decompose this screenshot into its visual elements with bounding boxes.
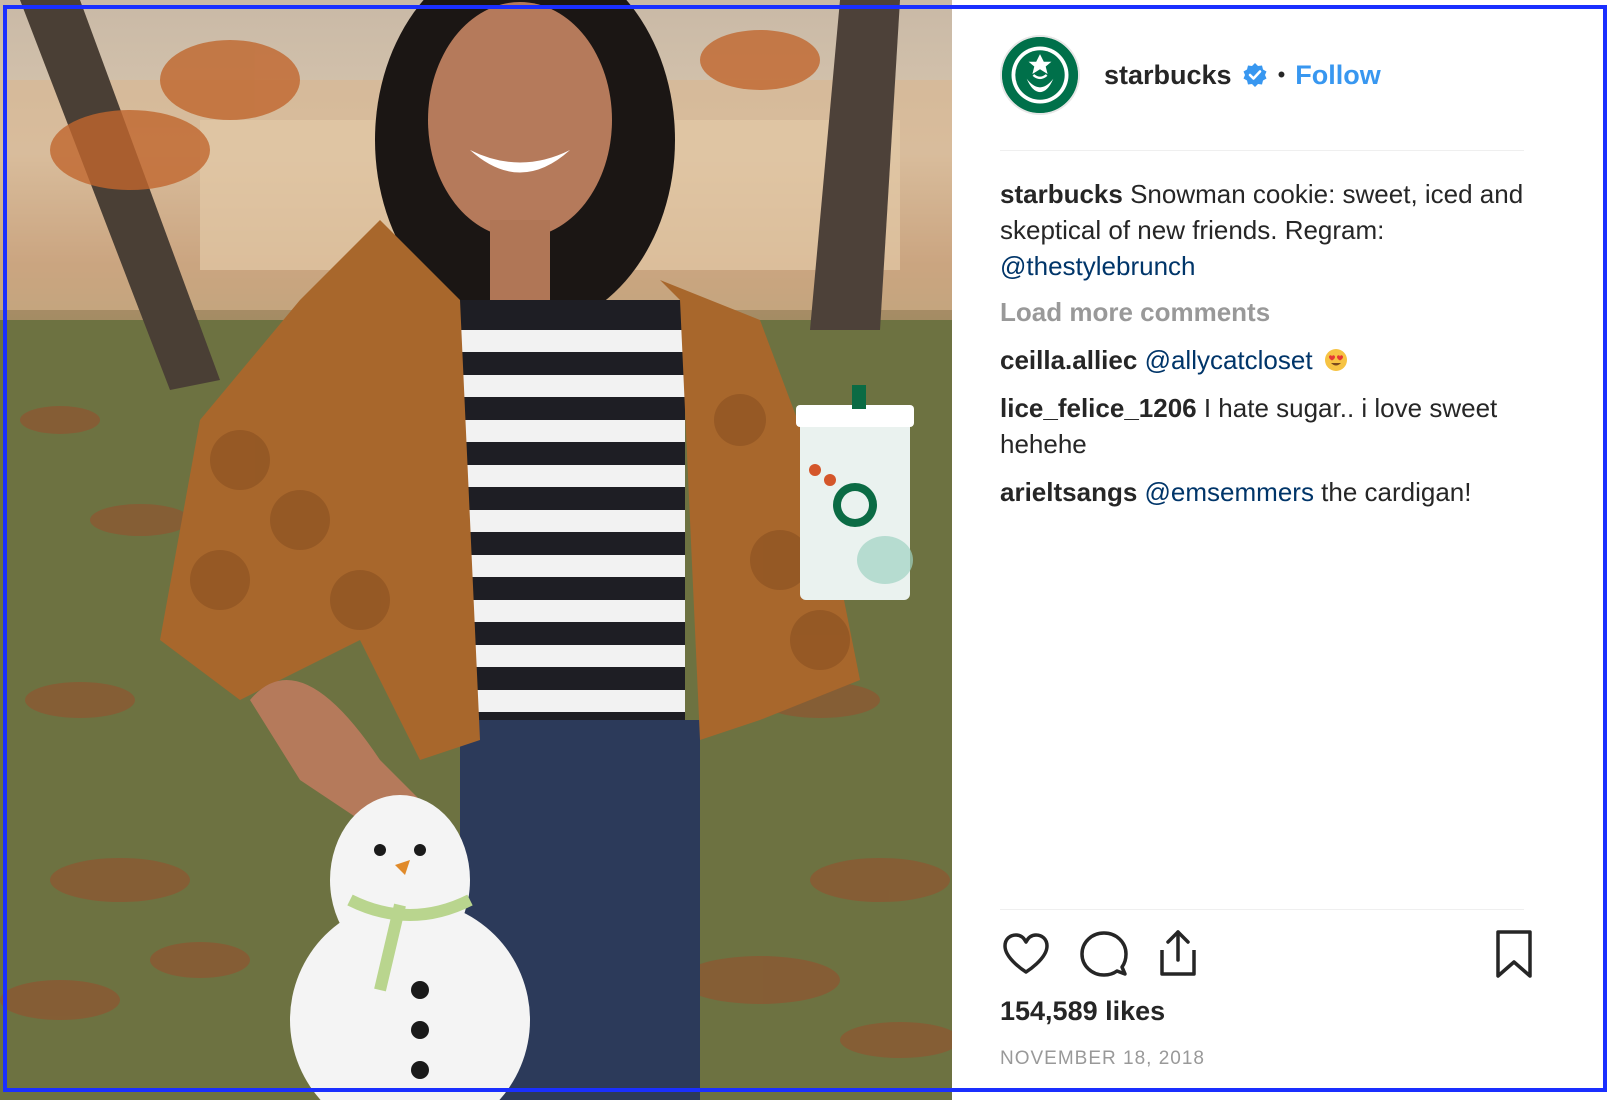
caption-username[interactable]: starbucks [1000,179,1123,209]
comment-username[interactable]: lice_felice_1206 [1000,393,1197,423]
comment-mention[interactable]: @emsemmers [1145,477,1314,507]
comment-item: arieltsangs @emsemmers the cardigan! [1000,474,1560,510]
comment-username[interactable]: ceilla.alliec [1000,345,1137,375]
post-image[interactable] [0,0,952,1100]
post-details-panel: starbucks • Follow starbucks Snowman coo… [952,0,1614,1100]
comment-text: the cardigan! [1313,477,1472,507]
follow-button[interactable]: Follow [1295,60,1380,91]
share-icon[interactable] [1152,928,1204,980]
load-more-comments-button[interactable]: Load more comments [1000,294,1560,330]
comment-icon[interactable] [1078,928,1130,980]
likes-count[interactable]: 154,589 likes [1000,996,1165,1027]
comments-section: starbucks Snowman cookie: sweet, iced an… [1000,176,1560,522]
post-date[interactable]: NOVEMBER 18, 2018 [1000,1048,1205,1070]
comment-mention[interactable]: @allycatcloset [1145,345,1313,375]
post-image-illustration [0,0,952,1100]
heart-icon[interactable] [1000,928,1052,980]
actions-divider [1000,909,1524,910]
header-divider [1000,150,1524,151]
heart-eyes-emoji-icon [1324,345,1348,371]
verified-badge-icon [1242,62,1268,88]
username-link[interactable]: starbucks [1104,60,1232,91]
comment-username[interactable]: arieltsangs [1000,477,1137,507]
comment-item: lice_felice_1206 I hate sugar.. i love s… [1000,390,1560,462]
starbucks-logo-icon[interactable] [1000,35,1080,115]
post-caption: starbucks Snowman cookie: sweet, iced an… [1000,176,1560,284]
caption-mention[interactable]: @thestylebrunch [1000,251,1196,281]
comment-item: ceilla.alliec @allycatcloset [1000,342,1560,378]
bookmark-icon[interactable] [1488,928,1540,980]
post-actions [1000,928,1540,984]
post-header: starbucks • Follow [1000,34,1381,116]
separator-dot: • [1277,62,1286,87]
